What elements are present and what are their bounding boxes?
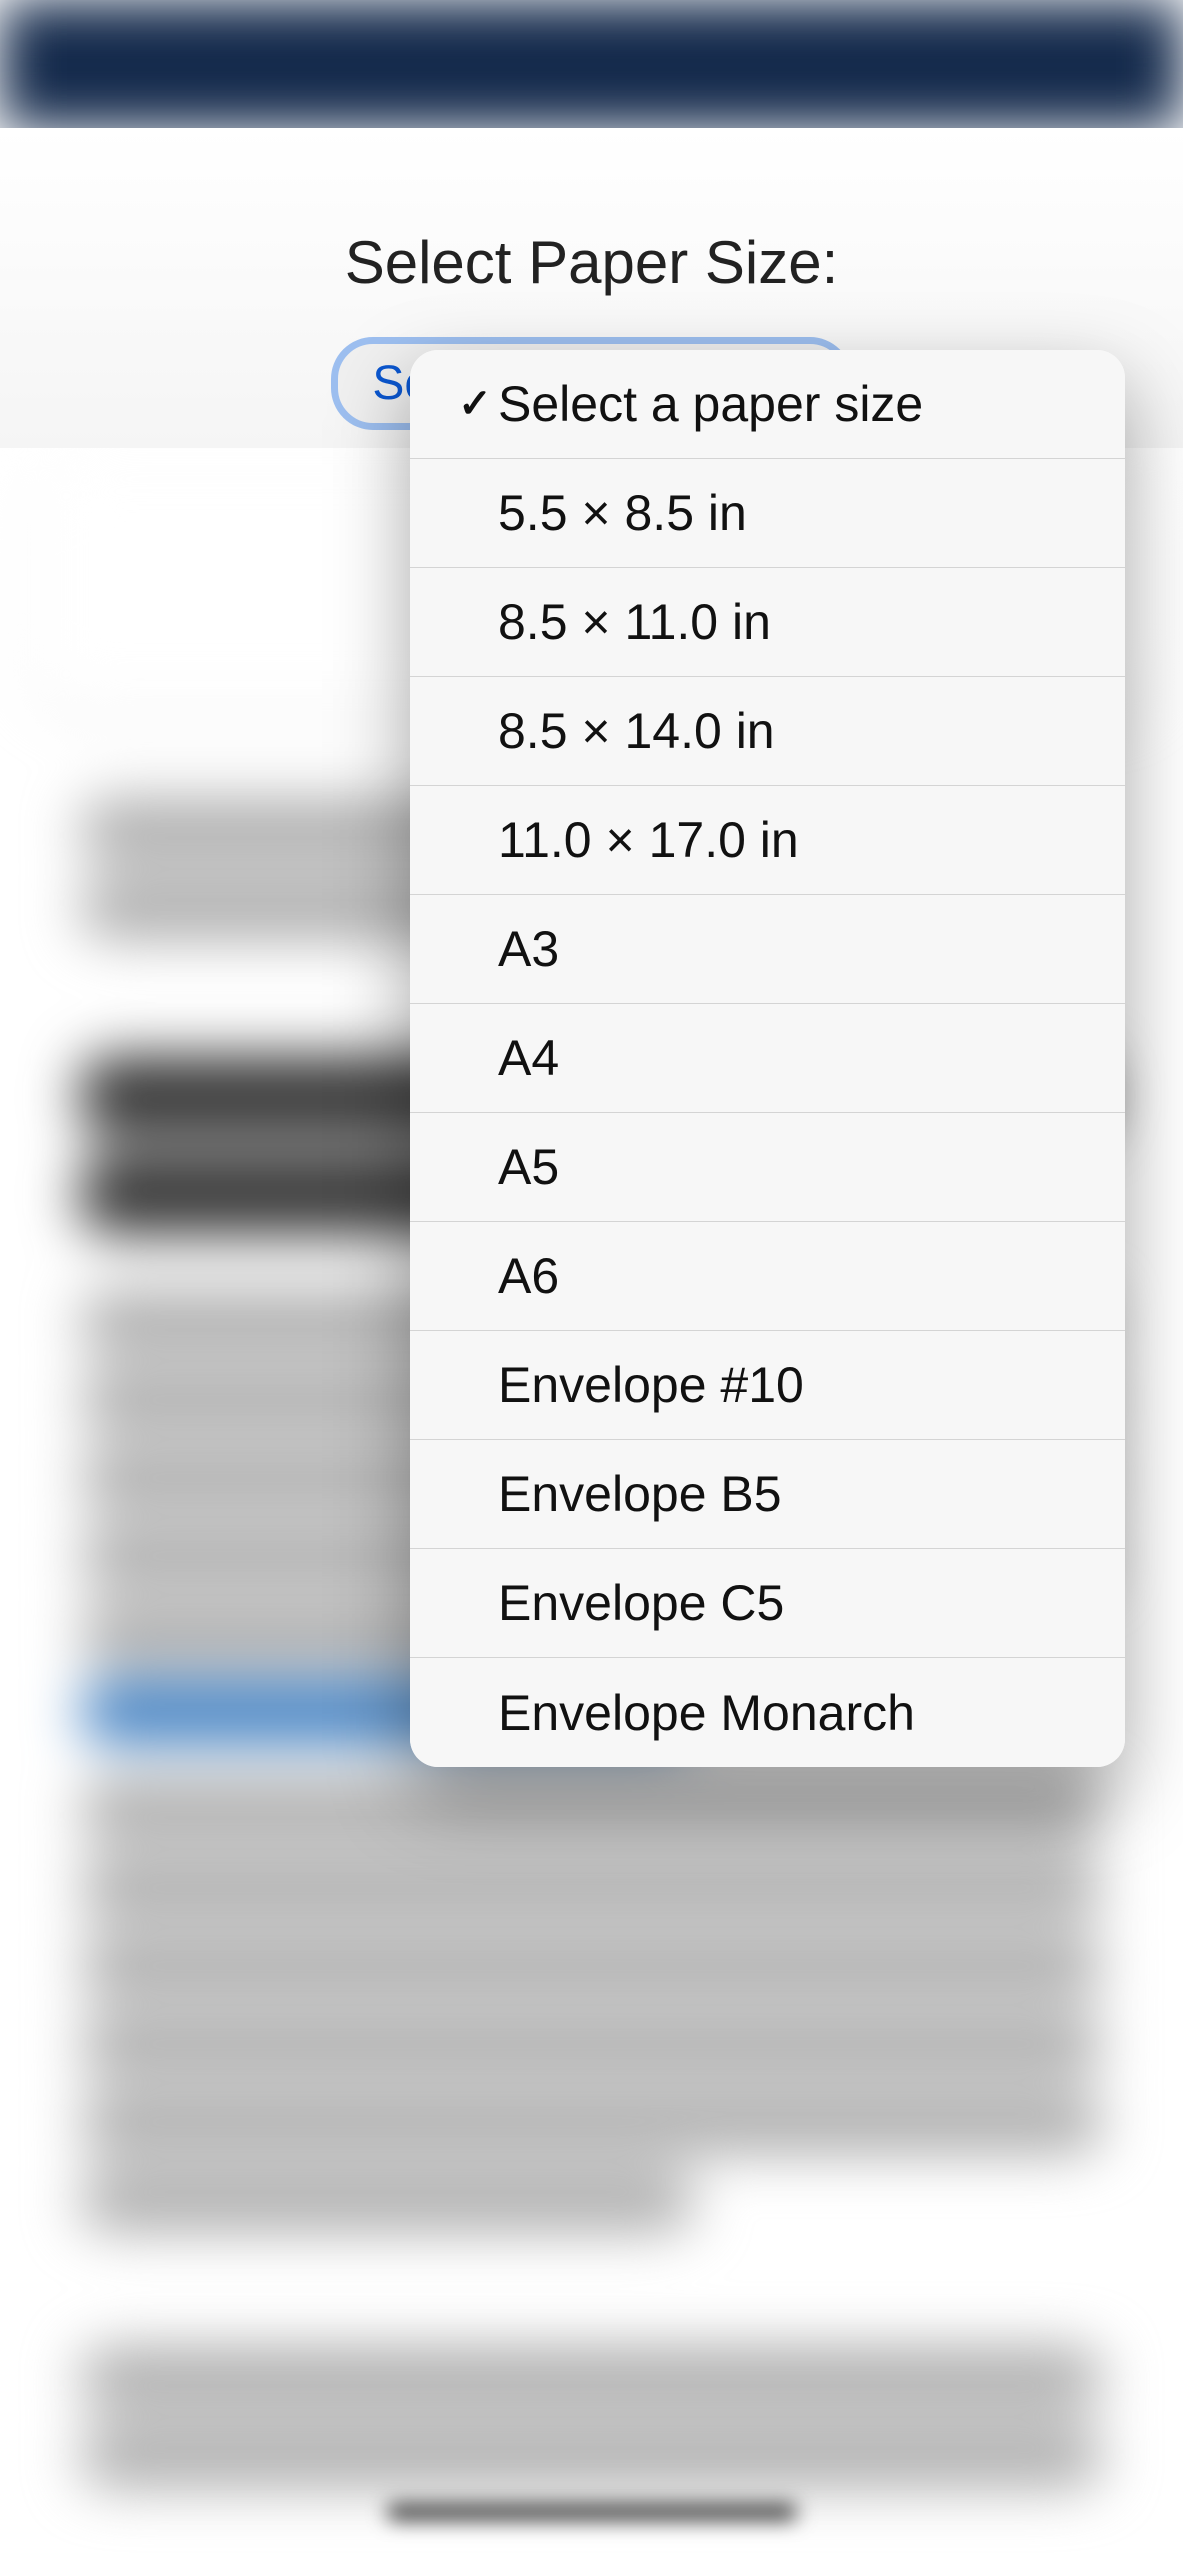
nav-bar-blur — [0, 0, 1183, 130]
dropdown-option-label: Envelope #10 — [498, 1356, 804, 1414]
dropdown-option[interactable]: 8.5 × 11.0 in — [410, 568, 1125, 677]
dropdown-option[interactable]: A4 — [410, 1004, 1125, 1113]
dropdown-option-label: A5 — [498, 1138, 559, 1196]
dropdown-option-label: 11.0 × 17.0 in — [498, 811, 799, 869]
home-indicator — [387, 2504, 797, 2520]
dropdown-option[interactable]: 5.5 × 8.5 in — [410, 459, 1125, 568]
paper-size-dropdown[interactable]: Select a paper size 5.5 × 8.5 in 8.5 × 11.… — [410, 350, 1125, 1767]
dropdown-option-label: Envelope C5 — [498, 1574, 784, 1632]
dropdown-option[interactable]: A3 — [410, 895, 1125, 1004]
dropdown-option-label: 5.5 × 8.5 in — [498, 484, 747, 542]
dropdown-option[interactable]: Select a paper size — [410, 350, 1125, 459]
checkmark-icon — [452, 381, 498, 427]
dropdown-option-label: 8.5 × 11.0 in — [498, 593, 771, 651]
dropdown-option[interactable]: 8.5 × 14.0 in — [410, 677, 1125, 786]
dropdown-option-label: Envelope B5 — [498, 1465, 782, 1523]
dropdown-option[interactable]: Envelope C5 — [410, 1549, 1125, 1658]
dropdown-option[interactable]: Envelope #10 — [410, 1331, 1125, 1440]
dropdown-option[interactable]: A6 — [410, 1222, 1125, 1331]
dropdown-option-label: A6 — [498, 1247, 559, 1305]
dropdown-option-label: A3 — [498, 920, 559, 978]
dropdown-option[interactable]: Envelope B5 — [410, 1440, 1125, 1549]
dropdown-option[interactable]: 11.0 × 17.0 in — [410, 786, 1125, 895]
dropdown-option-label: Envelope Monarch — [498, 1684, 915, 1742]
dropdown-option-label: 8.5 × 14.0 in — [498, 702, 775, 760]
dropdown-option-label: Select a paper size — [498, 375, 923, 433]
dropdown-option-label: A4 — [498, 1029, 559, 1087]
select-label: Select Paper Size: — [0, 228, 1183, 297]
dropdown-option[interactable]: Envelope Monarch — [410, 1658, 1125, 1767]
dropdown-option[interactable]: A5 — [410, 1113, 1125, 1222]
